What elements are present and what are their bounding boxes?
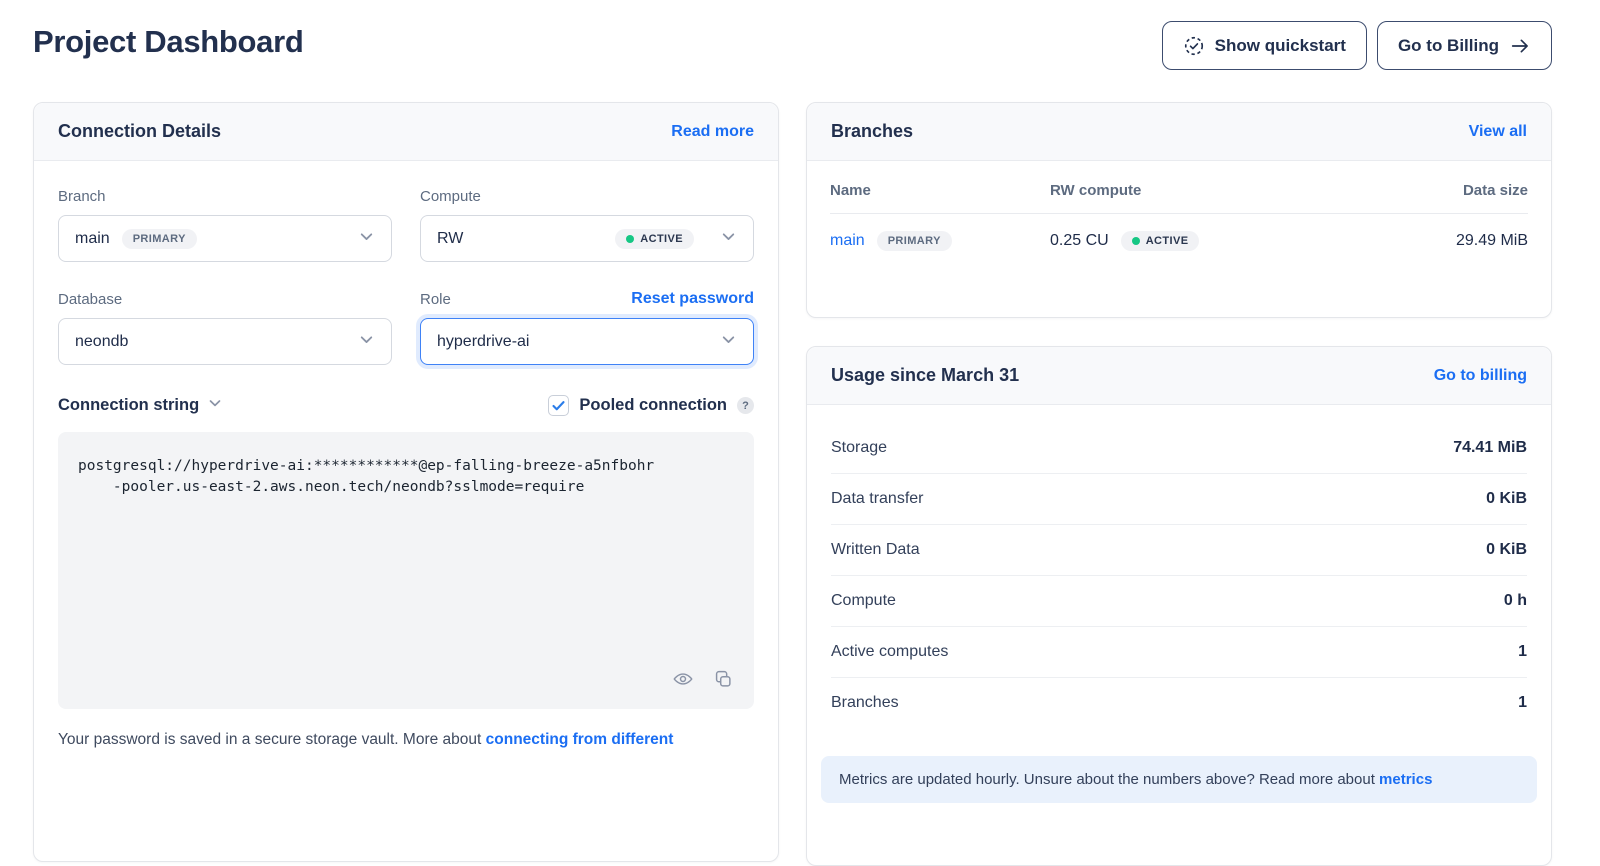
usage-row-branches: Branches 1 bbox=[831, 678, 1527, 728]
green-status-dot-icon bbox=[1132, 237, 1140, 245]
branch-compute-value: 0.25 CU bbox=[1050, 232, 1109, 250]
compute-select[interactable]: RW ACTIVE bbox=[420, 215, 754, 262]
branch-data-size: 29.49 MiB bbox=[1418, 232, 1528, 250]
branch-field: Branch main PRIMARY bbox=[58, 185, 392, 262]
pooled-connection-checkbox[interactable] bbox=[548, 395, 569, 416]
connection-string-box[interactable]: postgresql://hyperdrive-ai:************@… bbox=[58, 432, 754, 709]
usage-row-data-transfer: Data transfer 0 KiB bbox=[831, 474, 1527, 525]
connecting-from-different-link[interactable]: connecting from different bbox=[486, 731, 674, 748]
connection-string-label: Connection string bbox=[58, 396, 199, 415]
active-status-badge: ACTIVE bbox=[615, 229, 694, 249]
database-label: Database bbox=[58, 291, 122, 308]
connection-details-header: Connection Details Read more bbox=[34, 103, 778, 161]
usage-row-compute: Compute 0 h bbox=[831, 576, 1527, 627]
connection-details-title: Connection Details bbox=[58, 121, 221, 142]
column-data-size: Data size bbox=[1418, 182, 1528, 199]
usage-row-written-data: Written Data 0 KiB bbox=[831, 525, 1527, 576]
go-to-billing-button[interactable]: Go to Billing bbox=[1377, 21, 1552, 70]
usage-metrics-note: Metrics are updated hourly. Unsure about… bbox=[821, 756, 1537, 803]
password-vault-note: Your password is saved in a secure stora… bbox=[58, 731, 754, 749]
header-actions: Show quickstart Go to Billing bbox=[1162, 21, 1552, 70]
branch-main-link[interactable]: main bbox=[830, 232, 865, 250]
column-rw-compute: RW compute bbox=[1050, 182, 1418, 199]
compute-field: Compute RW ACTIVE bbox=[420, 185, 754, 262]
green-status-dot-icon bbox=[626, 235, 634, 243]
chevron-down-icon bbox=[358, 331, 375, 353]
copy-icon[interactable] bbox=[712, 668, 734, 695]
column-name: Name bbox=[830, 182, 1050, 199]
compute-value: RW bbox=[437, 230, 463, 248]
usage-card: Usage since March 31 Go to billing Stora… bbox=[806, 346, 1552, 866]
chevron-down-icon bbox=[358, 228, 375, 250]
view-all-link[interactable]: View all bbox=[1469, 123, 1527, 141]
role-select[interactable]: hyperdrive-ai bbox=[420, 318, 754, 365]
chevron-down-icon bbox=[720, 228, 737, 250]
reset-password-link[interactable]: Reset password bbox=[631, 290, 754, 308]
database-select[interactable]: neondb bbox=[58, 318, 392, 365]
database-value: neondb bbox=[75, 333, 128, 351]
branch-select[interactable]: main PRIMARY bbox=[58, 215, 392, 262]
branches-header: Branches View all bbox=[807, 103, 1551, 161]
reveal-password-eye-icon[interactable] bbox=[672, 668, 694, 695]
database-field: Database neondb bbox=[58, 288, 392, 365]
go-to-billing-link[interactable]: Go to billing bbox=[1434, 367, 1527, 385]
help-icon[interactable]: ? bbox=[737, 397, 754, 414]
branch-row: main PRIMARY 0.25 CU ACTIVE 29.49 MiB bbox=[830, 214, 1528, 268]
role-value: hyperdrive-ai bbox=[437, 333, 529, 351]
page-title: Project Dashboard bbox=[33, 24, 304, 60]
quickstart-check-circle-icon bbox=[1183, 35, 1205, 57]
usage-header: Usage since March 31 Go to billing bbox=[807, 347, 1551, 405]
connection-details-body: Branch main PRIMARY Compute RW bbox=[34, 161, 778, 773]
compute-label: Compute bbox=[420, 188, 481, 205]
role-field: Role Reset password hyperdrive-ai bbox=[420, 288, 754, 365]
primary-badge: PRIMARY bbox=[122, 229, 197, 249]
show-quickstart-label: Show quickstart bbox=[1215, 36, 1346, 56]
usage-metrics-link[interactable]: metrics bbox=[1379, 771, 1432, 788]
active-status-badge: ACTIVE bbox=[1121, 231, 1200, 251]
usage-row-storage: Storage 74.41 MiB bbox=[831, 423, 1527, 474]
go-to-billing-label: Go to Billing bbox=[1398, 36, 1499, 56]
arrow-right-icon bbox=[1509, 35, 1531, 57]
usage-row-active-computes: Active computes 1 bbox=[831, 627, 1527, 678]
branches-card: Branches View all Name RW compute Data s… bbox=[806, 102, 1552, 318]
pooled-connection-label: Pooled connection bbox=[579, 396, 727, 415]
branch-label: Branch bbox=[58, 188, 106, 205]
chevron-down-icon bbox=[720, 331, 737, 353]
connection-string-value: postgresql://hyperdrive-ai:************@… bbox=[78, 456, 734, 498]
usage-title: Usage since March 31 bbox=[831, 365, 1019, 386]
connection-details-card: Connection Details Read more Branch main… bbox=[33, 102, 779, 862]
show-quickstart-button[interactable]: Show quickstart bbox=[1162, 21, 1367, 70]
primary-badge: PRIMARY bbox=[877, 231, 952, 251]
branches-table-header: Name RW compute Data size bbox=[830, 165, 1528, 214]
role-label: Role bbox=[420, 291, 451, 308]
chevron-down-icon bbox=[207, 395, 223, 416]
read-more-link[interactable]: Read more bbox=[671, 123, 754, 141]
connection-string-toggle[interactable]: Connection string bbox=[58, 395, 223, 416]
branch-value: main bbox=[75, 230, 110, 248]
branches-title: Branches bbox=[831, 121, 913, 142]
